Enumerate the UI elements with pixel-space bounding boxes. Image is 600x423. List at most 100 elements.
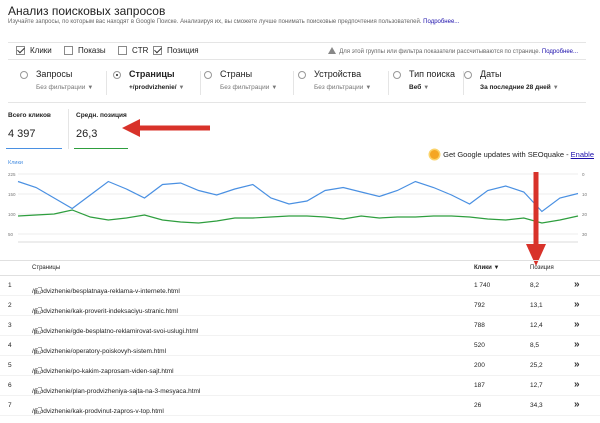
table-row[interactable]: 6/prodvizhenie/plan-prodvizheniya-sajta-… xyxy=(0,376,600,396)
table-row[interactable]: 5/prodvizhenie/po-kakim-zaprosam-viden-s… xyxy=(0,356,600,376)
column-pages[interactable]: Страницы xyxy=(32,265,60,271)
row-expand-icon[interactable]: » xyxy=(574,299,580,310)
right-tick-label: 10 xyxy=(582,192,588,197)
row-clicks: 1 740 xyxy=(474,282,491,289)
external-link-icon[interactable] xyxy=(35,307,42,314)
external-link-icon[interactable] xyxy=(35,327,42,334)
more-link[interactable]: Подробнее... xyxy=(423,19,459,25)
page-title: Анализ поисковых запросов xyxy=(8,4,166,18)
total-clicks-underline xyxy=(6,147,62,149)
row-expand-icon[interactable]: » xyxy=(574,339,580,350)
external-link-icon[interactable] xyxy=(35,407,42,414)
metrics-note-link[interactable]: Подробнее... xyxy=(542,49,578,55)
divider xyxy=(200,71,201,95)
external-link-icon[interactable] xyxy=(35,387,42,394)
radio-pages[interactable] xyxy=(113,71,121,79)
filter-tab-countries[interactable]: Страны Без фильтрации ▼ xyxy=(204,67,294,99)
metric-position-label: Позиция xyxy=(167,46,199,55)
total-position-card[interactable]: Средн. позиция 26,3 xyxy=(74,107,128,149)
filter-bar: Запросы Без фильтрации ▼ Страницы +/prodv… xyxy=(8,63,586,103)
metric-position[interactable]: Позиция xyxy=(153,46,199,55)
total-clicks-card[interactable]: Всего кликов 4 397 xyxy=(6,107,62,149)
radio-devices[interactable] xyxy=(298,71,306,79)
row-expand-icon[interactable]: » xyxy=(574,379,580,390)
row-page-url: /prodvizhenie/operatory-poiskovyh-sistem… xyxy=(32,348,167,355)
row-number: 1 xyxy=(8,282,12,289)
filter-tab-devices[interactable]: Устройства Без фильтрации ▼ xyxy=(298,67,388,99)
table-row[interactable]: 1/prodvizhenie/besplatnaya-reklama-v-int… xyxy=(0,276,600,296)
table-row[interactable]: 7/prodvizhenie/kak-prodvinut-zapros-v-to… xyxy=(0,396,600,416)
row-expand-icon[interactable]: » xyxy=(574,359,580,370)
row-page-url: /prodvizhenie/besplatnaya-reklama-v-inte… xyxy=(32,288,180,295)
radio-dates[interactable] xyxy=(464,71,472,79)
row-page-url: /prodvizhenie/kak-prodvinut-zapros-v-top… xyxy=(32,408,164,415)
divider xyxy=(68,109,69,149)
left-tick-label: 225 xyxy=(8,172,16,177)
table-row[interactable]: 2/prodvizhenie/kak-proverit-indeksaciyu-… xyxy=(0,296,600,316)
metric-impressions[interactable]: Показы xyxy=(64,46,106,55)
performance-chart[interactable]: 225 150 100 50 0 10 20 30 xyxy=(0,168,600,246)
table-row[interactable]: 4/prodvizhenie/operatory-poiskovyh-siste… xyxy=(0,336,600,356)
row-number: 6 xyxy=(8,382,12,389)
left-tick-label: 100 xyxy=(8,212,16,217)
page-description-text: Изучайте запросы, по которым вас находят… xyxy=(8,19,422,25)
series-clicks-line xyxy=(17,180,579,213)
seoquake-icon xyxy=(430,150,440,159)
chevron-down-icon: ▼ xyxy=(87,85,94,91)
radio-countries[interactable] xyxy=(204,71,212,79)
filter-dates-value[interactable]: За последние 28 дней ▼ xyxy=(480,84,559,91)
filter-tab-queries[interactable]: Запросы Без фильтрации ▼ xyxy=(20,67,110,99)
checkbox-clicks[interactable] xyxy=(16,46,25,55)
table-row[interactable]: 3/prodvizhenie/gde-besplatno-reklamirova… xyxy=(0,316,600,336)
filter-search-type-value[interactable]: Веб ▼ xyxy=(409,84,429,91)
column-clicks[interactable]: Клики ▼ xyxy=(474,265,499,271)
row-clicks: 520 xyxy=(474,342,485,349)
seoquake-enable-link[interactable]: Enable xyxy=(571,150,594,159)
chevron-down-icon: ▼ xyxy=(423,85,430,91)
row-position: 25,2 xyxy=(530,362,543,369)
filter-devices-value-text: Без фильтрации xyxy=(314,84,364,91)
left-tick-label: 150 xyxy=(8,192,16,197)
external-link-icon[interactable] xyxy=(35,347,42,354)
external-link-icon[interactable] xyxy=(35,287,42,294)
total-position-underline xyxy=(74,147,128,149)
filter-tab-search-type[interactable]: Тип поиска Веб ▼ xyxy=(393,67,468,99)
filter-countries-label: Страны xyxy=(220,69,253,79)
metric-ctr[interactable]: CTR xyxy=(118,46,148,55)
radio-queries[interactable] xyxy=(20,71,28,79)
metric-clicks[interactable]: Клики xyxy=(16,46,52,55)
filter-queries-value[interactable]: Без фильтрации ▼ xyxy=(36,84,93,91)
seoquake-banner: Get Google updates with SEOquake - Enabl… xyxy=(430,150,594,159)
external-link-icon[interactable] xyxy=(35,367,42,374)
row-page-url: /prodvizhenie/plan-prodvizheniya-sajta-n… xyxy=(32,388,201,395)
filter-tab-pages[interactable]: Страницы +/prodvizhenie/▼ xyxy=(113,67,203,99)
row-clicks: 26 xyxy=(474,402,482,409)
filter-devices-value[interactable]: Без фильтрации ▼ xyxy=(314,84,371,91)
divider xyxy=(293,71,294,95)
chart-right-ticks: 0 10 20 30 xyxy=(582,172,588,237)
row-expand-icon[interactable]: » xyxy=(574,399,580,410)
metric-clicks-label: Клики xyxy=(30,46,52,55)
metrics-note: Для этой группы или фильтра показатели р… xyxy=(328,47,578,55)
checkbox-ctr[interactable] xyxy=(118,46,127,55)
row-number: 4 xyxy=(8,342,12,349)
checkbox-position[interactable] xyxy=(153,46,162,55)
right-tick-label: 20 xyxy=(582,212,588,217)
chevron-down-icon: ▼ xyxy=(271,85,278,91)
seoquake-text: Get Google updates with SEOquake - xyxy=(443,150,569,159)
row-expand-icon[interactable]: » xyxy=(574,319,580,330)
divider xyxy=(106,71,107,95)
filter-tab-dates[interactable]: Даты За последние 28 дней ▼ xyxy=(464,67,582,99)
row-number: 3 xyxy=(8,322,12,329)
filter-pages-value[interactable]: +/prodvizhenie/▼ xyxy=(129,84,184,91)
checkbox-impressions[interactable] xyxy=(64,46,73,55)
filter-dates-label: Даты xyxy=(480,69,502,79)
filter-dates-value-text: За последние 28 дней xyxy=(480,84,551,91)
row-position: 12,4 xyxy=(530,322,543,329)
total-position-label: Средн. позиция xyxy=(76,112,127,119)
column-position[interactable]: Позиция xyxy=(530,265,554,271)
radio-search-type[interactable] xyxy=(393,71,401,79)
total-clicks-label: Всего кликов xyxy=(8,112,51,119)
filter-countries-value[interactable]: Без фильтрации ▼ xyxy=(220,84,277,91)
row-expand-icon[interactable]: » xyxy=(574,279,580,290)
